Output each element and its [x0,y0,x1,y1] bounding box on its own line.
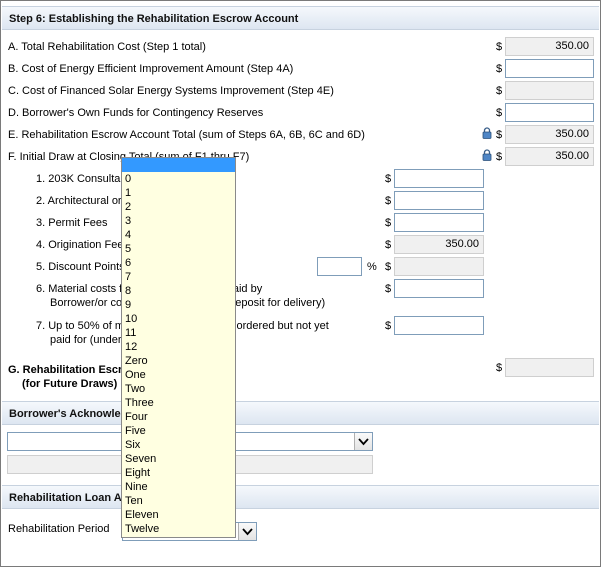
f5-dollar: $ [385,261,392,273]
energy-efficient-cost-input[interactable] [505,59,594,78]
row-b-dollar: $ [496,63,503,75]
f4-dollar: $ [385,239,392,251]
dropdown-option[interactable]: Two [122,382,235,396]
row-c-dollar: $ [496,85,503,97]
f2-dollar: $ [385,195,392,207]
dropdown-option[interactable]: Eleven [122,508,235,522]
origination-fee-field: 350.00 [394,235,484,254]
rehab-period-dropdown-list[interactable]: 0 1 2 3 4 5 6 7 8 9 10 11 12 Zero One Two Three Four Five S… [121,157,236,538]
f1-dollar: $ [385,173,392,185]
row-d-label: D. Borrower's Own Funds for Contingency … [8,107,264,119]
dropdown-option[interactable]: 8 [122,284,235,298]
f5-percent-sign: % [367,261,377,273]
lock-icon [482,149,492,161]
f6-dollar: $ [385,283,392,295]
row-b-label: B. Cost of Energy Efficient Improvement … [8,63,294,75]
row-e-label: E. Rehabilitation Escrow Account Total (… [8,129,365,141]
consultant-fee-input[interactable] [394,169,484,188]
escrow-total-field: 350.00 [505,125,594,144]
dropdown-option[interactable]: 5 [122,242,235,256]
step6-header: Step 6: Establishing the Rehabilitation … [2,6,599,30]
row-g-dollar: $ [496,362,503,374]
dropdown-option[interactable]: Nine [122,480,235,494]
dropdown-option[interactable]: 12 [122,340,235,354]
material-costs-paid-input[interactable] [394,279,484,298]
escrow-balance-field [505,358,594,377]
row-a-dollar: $ [496,41,503,53]
dropdown-option[interactable]: Zero [122,354,235,368]
dropdown-option[interactable]: 2 [122,200,235,214]
row-g-label-line2: (for Future Draws) [22,378,118,390]
initial-draw-total-field: 350.00 [505,147,594,166]
chevron-down-icon[interactable] [238,523,256,540]
dropdown-option[interactable]: Three [122,396,235,410]
material-costs-unpaid-input[interactable] [394,316,484,335]
dropdown-option[interactable]: 1 [122,186,235,200]
dropdown-option[interactable]: One [122,368,235,382]
dropdown-option[interactable]: Four [122,410,235,424]
row-a-label: A. Total Rehabilitation Cost (Step 1 tot… [8,41,206,53]
row-d-dollar: $ [496,107,503,119]
dropdown-option[interactable]: 7 [122,270,235,284]
row-c-label: C. Cost of Financed Solar Energy Systems… [8,85,334,97]
dropdown-option[interactable] [122,158,235,172]
row-e-dollar: $ [496,129,503,141]
dropdown-option[interactable]: Seven [122,452,235,466]
dropdown-option[interactable]: Six [122,438,235,452]
dropdown-option[interactable]: 6 [122,256,235,270]
f3-label: 3. Permit Fees [36,217,108,229]
lock-icon [482,127,492,139]
f5-label: 5. Discount Points [36,261,125,273]
f3-dollar: $ [385,217,392,229]
f7-dollar: $ [385,320,392,332]
solar-cost-field [505,81,594,100]
total-rehab-cost-field: 350.00 [505,37,594,56]
row-f-dollar: $ [496,151,503,163]
architectural-fees-input[interactable] [394,191,484,210]
dropdown-option[interactable]: 11 [122,326,235,340]
dropdown-option[interactable]: Five [122,424,235,438]
dropdown-option[interactable]: 10 [122,312,235,326]
form-panel: Step 6: Establishing the Rehabilitation … [0,0,601,567]
dropdown-option[interactable]: 9 [122,298,235,312]
dropdown-option[interactable]: Eight [122,466,235,480]
permit-fees-input[interactable] [394,213,484,232]
rehab-period-label: Rehabilitation Period [8,523,110,535]
dropdown-option[interactable]: Ten [122,494,235,508]
discount-points-percent-input[interactable] [317,257,362,276]
loan-agreement-header: Rehabilitation Loan Agreement [2,485,599,509]
discount-points-amount-field [394,257,484,276]
chevron-down-icon[interactable] [354,433,372,450]
contingency-funds-input[interactable] [505,103,594,122]
acknowledgement-header: Borrower's Acknowledgement [2,401,599,425]
dropdown-option[interactable]: Twelve [122,522,235,536]
dropdown-option[interactable]: 3 [122,214,235,228]
dropdown-option[interactable]: 4 [122,228,235,242]
dropdown-option[interactable]: 0 [122,172,235,186]
f4-label: 4. Origination Fee [36,239,124,251]
